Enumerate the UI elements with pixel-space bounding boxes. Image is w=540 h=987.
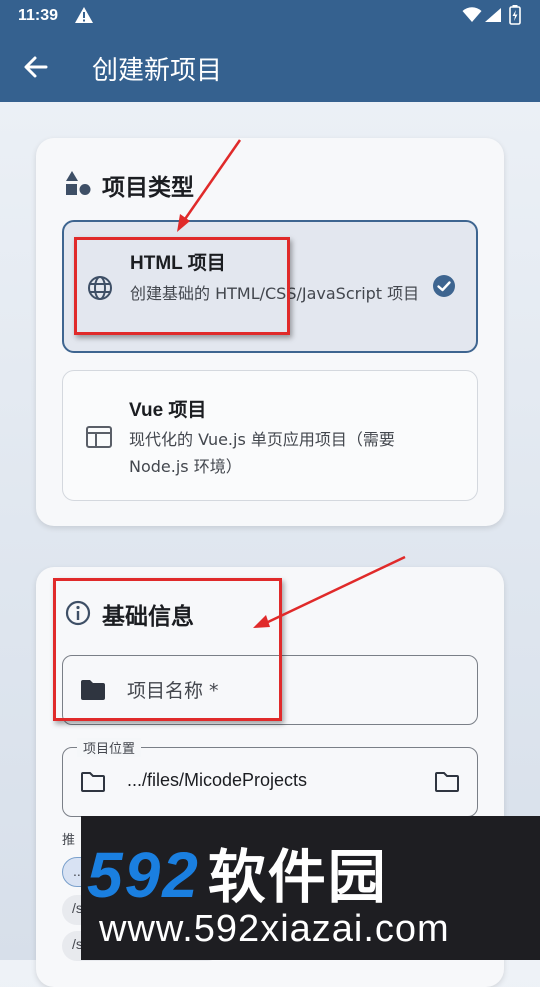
watermark-number: 592: [87, 839, 200, 911]
vue-project-description: 现代化的 Vue.js 单页应用项目（需要 Node.js 环境）: [129, 430, 395, 476]
app-bar: 创建新项目: [0, 32, 540, 102]
watermark-banner: 592 软件园 www.592xiazai.com: [81, 816, 540, 960]
vue-project-option[interactable]: Vue 项目 现代化的 Vue.js 单页应用项目（需要 Node.js 环境）: [62, 370, 478, 501]
folder-browse-icon[interactable]: [433, 770, 461, 798]
annotation-box: [53, 578, 282, 721]
signal-icon: [484, 7, 502, 28]
project-location-field[interactable]: 项目位置 .../files/MicodeProjects: [62, 738, 478, 817]
project-type-title: 项目类型: [102, 175, 194, 201]
recommended-label: 推: [62, 833, 76, 848]
web-window-icon: [85, 425, 113, 453]
annotation-box: [74, 237, 290, 335]
project-location-value: .../files/MicodeProjects: [127, 770, 308, 790]
watermark-brand: 592 软件园: [87, 830, 388, 914]
category-shapes-icon: [64, 170, 92, 200]
wifi-icon: [462, 7, 482, 28]
project-location-label: 项目位置: [77, 738, 142, 757]
warning-icon: [74, 6, 94, 29]
battery-charging-icon: [509, 5, 521, 30]
check-circle-icon: [432, 274, 456, 302]
folder-outline-icon: [79, 770, 107, 798]
vue-project-name: Vue 项目: [129, 400, 207, 421]
status-time: 11:39: [18, 7, 59, 24]
page-title: 创建新项目: [92, 56, 223, 86]
watermark-url: www.592xiazai.com: [99, 908, 450, 950]
watermark-text: 软件园: [207, 843, 388, 911]
arrow-back-icon[interactable]: [22, 53, 50, 81]
status-bar: 11:39: [0, 0, 540, 32]
